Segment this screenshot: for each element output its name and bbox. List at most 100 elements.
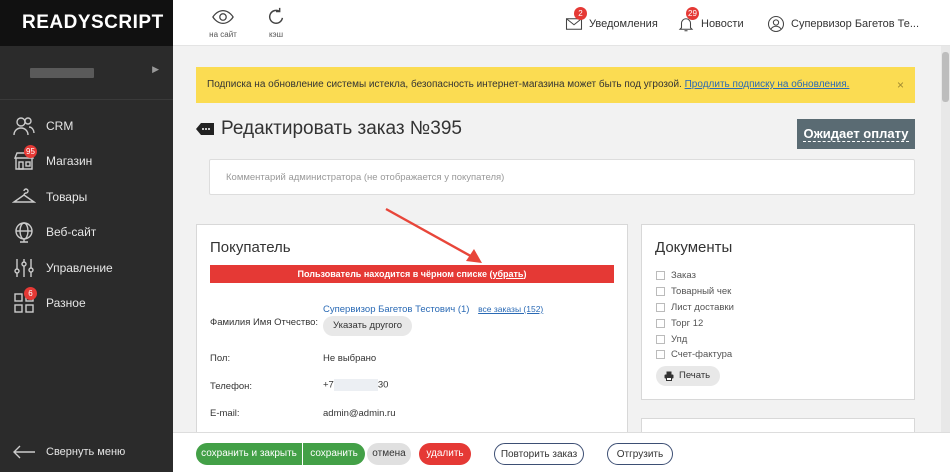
document-item[interactable]: Упд xyxy=(656,331,734,347)
phone-end: 30 xyxy=(377,379,389,391)
order-status-label: Ожидает оплату xyxy=(803,126,909,142)
cancel-button[interactable]: отмена xyxy=(367,443,411,465)
notifications-button[interactable]: 2 Уведомления xyxy=(565,7,658,33)
misc-badge: 6 xyxy=(24,286,37,300)
repeat-order-button[interactable]: Повторить заказ xyxy=(494,443,584,465)
order-status-button[interactable]: Ожидает оплату xyxy=(797,119,915,149)
collapse-menu-label: Свернуть меню xyxy=(46,446,126,458)
document-checkbox[interactable] xyxy=(656,318,665,328)
print-label: Печать xyxy=(679,370,711,381)
phone-label: Телефон: xyxy=(210,381,253,392)
scrollbar-thumb[interactable] xyxy=(942,52,949,102)
chevron-right-icon: ▶ xyxy=(152,64,159,74)
cache-button[interactable]: кэш xyxy=(256,6,296,39)
document-item[interactable]: Заказ xyxy=(656,268,734,284)
topbar: на сайт кэш 2 Уведомления 29 Новости Суп… xyxy=(173,0,950,46)
blacklist-end: ) xyxy=(523,269,527,279)
document-checkbox[interactable] xyxy=(656,302,665,312)
sidebar-item-products[interactable]: Товары xyxy=(0,179,173,215)
fio-value-row: Супервизор Багетов Тестович (1) все зака… xyxy=(323,304,543,315)
documents-title: Документы xyxy=(655,239,733,256)
bottom-action-bar: сохранить и закрыть сохранить отмена уда… xyxy=(173,432,950,472)
documents-panel: Документы Заказ Товарный чек Лист достав… xyxy=(641,224,915,400)
hanger-icon xyxy=(12,188,36,203)
user-name: Супервизор Багетов Те... xyxy=(791,18,920,30)
document-label: Лист доставки xyxy=(671,301,734,313)
site-name-redacted xyxy=(30,68,94,78)
page-title: Редактировать заказ №395 xyxy=(221,118,462,139)
delete-button[interactable]: удалить xyxy=(419,443,471,465)
phone-value: +7 30 xyxy=(323,379,388,391)
news-label: Новости xyxy=(701,18,744,30)
document-item[interactable]: Товарный чек xyxy=(656,284,734,300)
sidebar-item-label: Управление xyxy=(46,260,113,275)
user-icon xyxy=(767,15,785,33)
save-button[interactable]: сохранить xyxy=(303,443,365,465)
print-button[interactable]: Печать xyxy=(656,366,721,386)
sidebar-item-label: Веб-сайт xyxy=(46,225,97,240)
tag-icon xyxy=(196,123,214,135)
scrollbar[interactable] xyxy=(941,46,950,432)
news-button[interactable]: 29 Новости xyxy=(677,7,744,33)
site-selector[interactable]: ▶ xyxy=(0,46,173,100)
close-icon[interactable]: × xyxy=(897,78,904,92)
sidebar-item-crm[interactable]: CRM xyxy=(0,108,173,144)
sidebar-item-label: CRM xyxy=(46,118,74,133)
documents-list: Заказ Товарный чек Лист доставки Торг 12… xyxy=(656,268,734,363)
sidebar-item-label: Магазин xyxy=(46,154,93,169)
logo[interactable]: READYSCRIPT xyxy=(0,0,173,46)
sidebar-item-label: Товары xyxy=(46,189,88,204)
document-checkbox[interactable] xyxy=(656,271,665,281)
sliders-icon xyxy=(14,258,34,277)
user-menu[interactable]: Супервизор Багетов Те... xyxy=(767,15,919,33)
notifications-label: Уведомления xyxy=(589,18,658,30)
document-checkbox[interactable] xyxy=(656,350,665,360)
email-value: admin@admin.ru xyxy=(323,408,396,419)
document-item[interactable]: Лист доставки xyxy=(656,300,734,316)
people-icon xyxy=(13,117,35,135)
sidebar-item-misc[interactable]: 6 Разное xyxy=(0,286,173,322)
notifications-badge: 2 xyxy=(574,7,587,20)
printer-icon xyxy=(664,371,674,381)
arrow-left-icon xyxy=(13,445,35,459)
document-label: Товарный чек xyxy=(671,286,732,298)
sidebar-nav: CRM 95 Магазин Товары Веб-сайт Управлени… xyxy=(0,100,173,321)
document-label: Торг 12 xyxy=(671,317,704,329)
collapse-menu-button[interactable]: Свернуть меню xyxy=(0,432,173,472)
to-site-button[interactable]: на сайт xyxy=(203,6,243,39)
document-checkbox[interactable] xyxy=(656,287,665,297)
change-buyer-button[interactable]: Указать другого xyxy=(323,316,413,336)
document-label: Заказ xyxy=(671,270,696,282)
sidebar-item-website[interactable]: Веб-сайт xyxy=(0,215,173,251)
alert-text: Подписка на обновление системы истекла, … xyxy=(207,79,682,90)
phone-start: +7 xyxy=(323,379,334,391)
email-label: E-mail: xyxy=(210,408,240,419)
buyer-name-link[interactable]: Супервизор Багетов Тестович (1) xyxy=(323,304,469,315)
admin-comment-field[interactable]: Комментарий администратора (не отображае… xyxy=(209,159,915,195)
alert-renew-link[interactable]: Продлить подписку на обновления. xyxy=(685,79,850,90)
ship-button[interactable]: Отгрузить xyxy=(607,443,673,465)
globe-icon xyxy=(15,222,33,243)
blacklist-banner: Пользователь находится в чёрном списке (… xyxy=(210,265,614,283)
document-checkbox[interactable] xyxy=(656,334,665,344)
sidebar-item-label: Разное xyxy=(46,296,86,311)
document-item[interactable]: Торг 12 xyxy=(656,315,734,331)
document-item[interactable]: Счет-фактура xyxy=(656,347,734,363)
all-orders-link[interactable]: все заказы (152) xyxy=(478,304,543,314)
sidebar-item-shop[interactable]: 95 Магазин xyxy=(0,144,173,180)
admin-comment-placeholder: Комментарий администратора (не отображае… xyxy=(226,172,505,183)
blacklist-remove-link[interactable]: убрать xyxy=(492,269,523,279)
buyer-title: Покупатель xyxy=(210,239,291,256)
sex-value: Не выбрано xyxy=(323,353,377,364)
title-row: Редактировать заказ №395 xyxy=(196,118,462,140)
document-label: Счет-фактура xyxy=(671,349,733,361)
save-and-close-button[interactable]: сохранить и закрыть xyxy=(196,443,302,465)
refresh-icon xyxy=(268,7,284,24)
sidebar: READYSCRIPT ▶ CRM 95 Магазин Товары Веб-… xyxy=(0,0,173,472)
to-site-label: на сайт xyxy=(209,30,237,39)
news-badge: 29 xyxy=(686,7,699,20)
fio-label: Фамилия Имя Отчество: xyxy=(210,317,319,328)
sidebar-item-management[interactable]: Управление xyxy=(0,250,173,286)
document-label: Упд xyxy=(671,333,688,345)
sex-label: Пол: xyxy=(210,353,231,364)
